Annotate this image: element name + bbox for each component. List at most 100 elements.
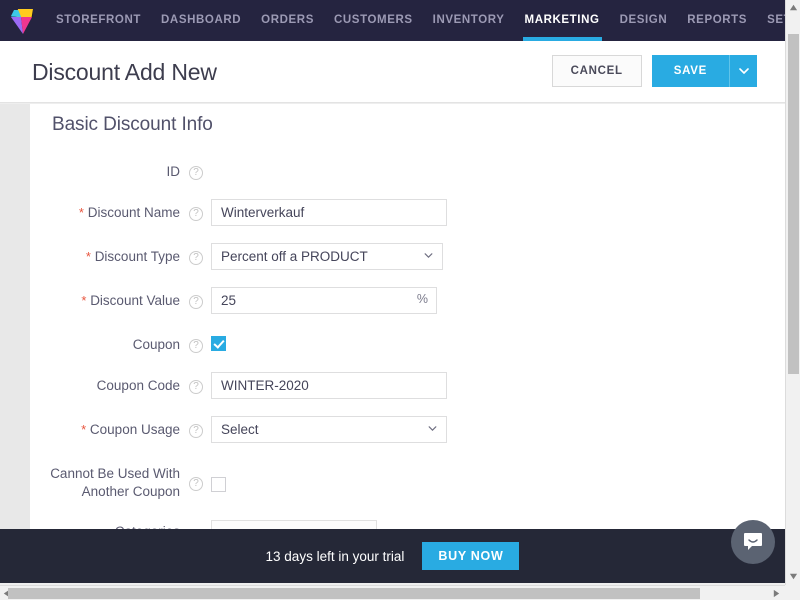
discount-value-wrapper: %: [211, 287, 437, 314]
nav-item-label: MARKETING: [525, 14, 600, 26]
label-text: Discount Value: [90, 293, 180, 308]
discount-type-value: Percent off a PRODUCT: [212, 244, 442, 269]
nav-item-label: DASHBOARD: [161, 14, 241, 26]
coupon-checkbox[interactable]: [211, 336, 226, 351]
form-row-discount-type: * Discount Type ? Percent off a PRODUCT: [30, 243, 785, 270]
chevron-down-icon: [424, 253, 433, 258]
help-icon[interactable]: ?: [189, 207, 203, 221]
nav-item-label: DESIGN: [620, 14, 668, 26]
app-viewport: STOREFRONT DASHBOARD ORDERS CUSTOMERS IN…: [0, 0, 800, 600]
nav-item-customers[interactable]: CUSTOMERS: [324, 0, 423, 41]
page-header: Discount Add New CANCEL SAVE: [0, 41, 785, 103]
horizontal-scroll-thumb[interactable]: [8, 588, 700, 599]
label-categories: Categories: [30, 518, 180, 529]
nav-item-label: INVENTORY: [433, 14, 505, 26]
scrollbar-corner: [785, 585, 800, 600]
nav-item-storefront[interactable]: STOREFRONT: [46, 0, 151, 41]
coupon-code-input[interactable]: [211, 372, 447, 399]
form-row-coupon-usage: * Coupon Usage ? Select: [30, 416, 785, 443]
page-title: Discount Add New: [32, 59, 217, 86]
label-text: Coupon Code: [97, 378, 180, 393]
scroll-right-arrow-icon[interactable]: [772, 589, 781, 598]
header-actions: CANCEL SAVE: [552, 55, 757, 87]
nav-item-label: REPORTS: [687, 14, 747, 26]
chevron-down-icon: [428, 426, 437, 431]
form-row-coupon: Coupon ?: [30, 331, 785, 355]
help-icon[interactable]: ?: [189, 166, 203, 180]
label-text: ID: [167, 164, 181, 179]
scroll-up-arrow-icon[interactable]: [789, 3, 798, 12]
label-text-line2: Another Coupon: [30, 483, 180, 501]
discount-type-select[interactable]: Percent off a PRODUCT: [211, 243, 443, 270]
content-scroll-area[interactable]: Basic Discount Info ID ? * Discount Name: [0, 104, 785, 529]
chat-bubble-icon: [741, 530, 765, 554]
label-id: ID: [30, 158, 180, 181]
label-text: Discount Name: [88, 205, 180, 220]
form-row-discount-value: * Discount Value ? %: [30, 287, 785, 314]
label-text: Coupon: [133, 337, 180, 352]
label-coupon-code: Coupon Code: [30, 372, 180, 395]
help-icon[interactable]: ?: [189, 251, 203, 265]
save-button[interactable]: SAVE: [652, 55, 729, 87]
coupon-usage-value: Select: [212, 417, 446, 442]
label-text-line1: Cannot Be Used With: [30, 465, 180, 483]
nav-item-orders[interactable]: ORDERS: [251, 0, 324, 41]
form-row-id: ID ?: [30, 158, 785, 182]
chevron-down-icon: [739, 68, 749, 74]
form-row-discount-name: * Discount Name ?: [30, 199, 785, 226]
nav-item-marketing[interactable]: MARKETING: [515, 0, 610, 41]
label-text: Coupon Usage: [90, 422, 180, 437]
trial-bar: 13 days left in your trial BUY NOW: [0, 529, 785, 583]
help-icon[interactable]: ?: [189, 380, 203, 394]
field-discount-name: [211, 199, 785, 226]
required-asterisk: *: [79, 205, 84, 220]
save-dropdown-button[interactable]: [729, 55, 757, 87]
percent-suffix: %: [417, 292, 428, 306]
buy-now-button[interactable]: BUY NOW: [422, 542, 519, 570]
form-row-coupon-code: Coupon Code ?: [30, 372, 785, 399]
discount-name-input[interactable]: [211, 199, 447, 226]
cancel-button[interactable]: CANCEL: [552, 55, 642, 87]
help-icon[interactable]: ?: [189, 477, 203, 491]
nav-item-label: ORDERS: [261, 14, 314, 26]
nav-item-reports[interactable]: REPORTS: [677, 0, 757, 41]
label-discount-type: * Discount Type: [30, 243, 180, 266]
nav-item-inventory[interactable]: INVENTORY: [423, 0, 515, 41]
chat-launcher-button[interactable]: [731, 520, 775, 564]
save-button-group: SAVE: [652, 55, 757, 87]
field-coupon-code: [211, 372, 785, 399]
help-icon[interactable]: ?: [189, 295, 203, 309]
field-categories: SELECT CATEGORIES: [211, 518, 785, 529]
discount-value-input[interactable]: [211, 287, 437, 314]
help-icon[interactable]: ?: [189, 339, 203, 353]
gem-logo-icon[interactable]: [0, 0, 46, 41]
nav-items: STOREFRONT DASHBOARD ORDERS CUSTOMERS IN…: [46, 0, 800, 41]
nav-item-label: STOREFRONT: [56, 14, 141, 26]
trial-text: 13 days left in your trial: [266, 549, 405, 564]
help-icon[interactable]: ?: [189, 424, 203, 438]
label-discount-name: * Discount Name: [30, 199, 180, 222]
scroll-down-arrow-icon[interactable]: [789, 572, 798, 581]
nav-item-design[interactable]: DESIGN: [610, 0, 678, 41]
basic-discount-info-card: Basic Discount Info ID ? * Discount Name: [30, 104, 785, 529]
label-coupon: Coupon: [30, 331, 180, 354]
field-coupon-usage: Select: [211, 416, 785, 443]
label-text: Discount Type: [95, 249, 180, 264]
select-categories-button[interactable]: SELECT CATEGORIES: [211, 520, 377, 529]
required-asterisk: *: [86, 249, 91, 264]
vertical-scrollbar[interactable]: [785, 0, 800, 586]
card-title: Basic Discount Info: [30, 104, 785, 136]
top-navigation-bar: STOREFRONT DASHBOARD ORDERS CUSTOMERS IN…: [0, 0, 785, 41]
nav-item-dashboard[interactable]: DASHBOARD: [151, 0, 251, 41]
label-cannot-be-used: Cannot Be Used With Another Coupon: [30, 460, 180, 501]
cannot-be-used-checkbox[interactable]: [211, 477, 226, 492]
nav-item-label: CUSTOMERS: [334, 14, 413, 26]
horizontal-scrollbar[interactable]: [0, 585, 785, 600]
required-asterisk: *: [81, 293, 86, 308]
coupon-usage-select[interactable]: Select: [211, 416, 447, 443]
form-row-categories: Categories ? SELECT CATEGORIES: [30, 518, 785, 529]
label-discount-value: * Discount Value: [30, 287, 180, 310]
vertical-scroll-thumb[interactable]: [788, 34, 799, 374]
form-row-cannot-be-used: Cannot Be Used With Another Coupon ?: [30, 460, 785, 501]
field-discount-value: %: [211, 287, 785, 314]
